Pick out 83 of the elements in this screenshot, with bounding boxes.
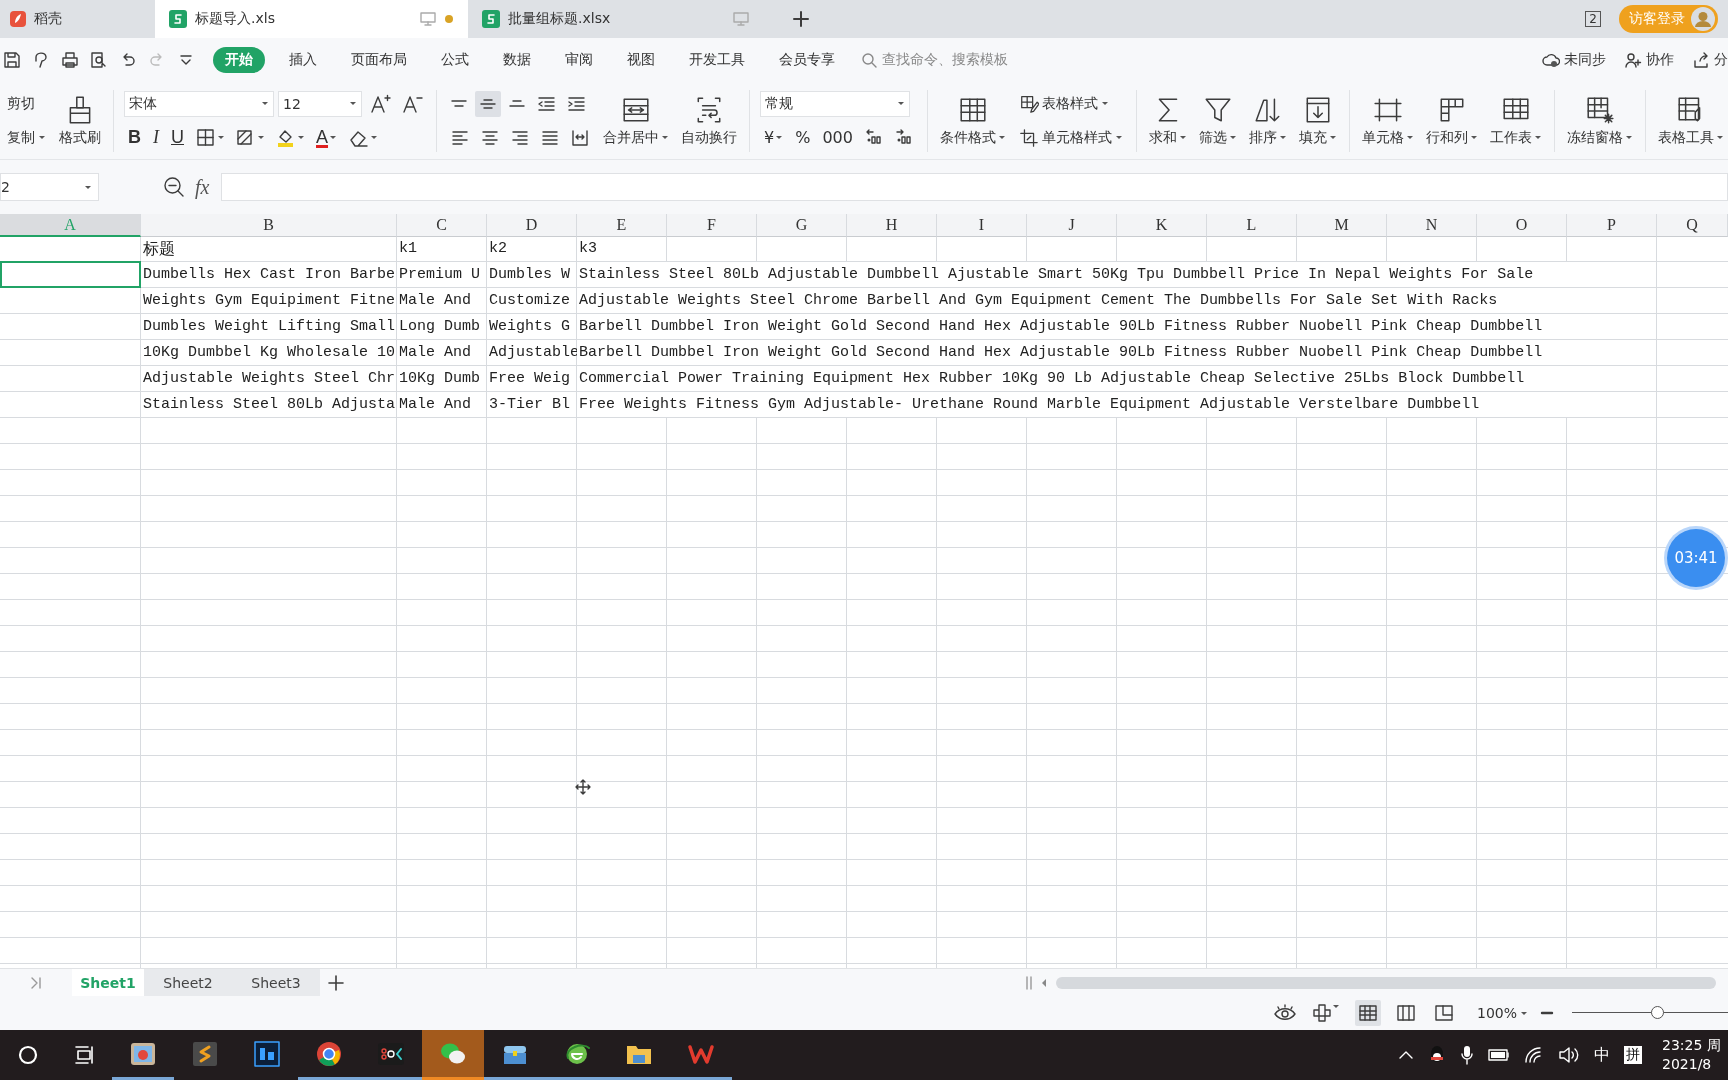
name-box[interactable]: 2 xyxy=(0,173,99,201)
table-cell-text: Adjustable xyxy=(488,343,577,363)
table-cell-text: Male And xyxy=(398,291,472,311)
table-cell-text: 3-Tier Bl xyxy=(488,395,571,415)
table-cell-text: Stainless Steel 80Lb Adjusta xyxy=(142,395,397,415)
table-cell-text: Premium U xyxy=(398,265,481,285)
tab-label: 稻壳 xyxy=(34,10,62,28)
input-method-indicator[interactable]: 中 xyxy=(1594,1044,1610,1066)
toolbar-link[interactable]: 分 xyxy=(1692,51,1728,69)
select-field[interactable]: 常规 xyxy=(760,90,910,117)
ribbon-button[interactable]: 单元格 xyxy=(1355,92,1420,149)
table-cell-text: Dumbles W xyxy=(488,265,571,285)
ribbon-button[interactable]: 行和列 xyxy=(1419,92,1484,149)
menu-tab[interactable]: 视图 xyxy=(617,47,665,73)
ribbon-button[interactable]: 填充 xyxy=(1292,92,1343,149)
table-cell-text: Male And xyxy=(398,395,472,415)
table-cell-text: Male And xyxy=(398,343,472,363)
select-field[interactable]: 12 xyxy=(278,90,362,117)
clock-date[interactable]: 2021/8 xyxy=(1662,1055,1712,1074)
ribbon-button[interactable]: 筛选 xyxy=(1192,92,1243,149)
ribbon-button[interactable]: 合并居中 xyxy=(597,92,675,149)
ribbon-button[interactable]: 剪切 xyxy=(4,92,38,115)
ribbon-button[interactable]: 格式刷 xyxy=(53,92,107,149)
table-cell: Barbell Dumbbel Iron Weight Gold Second Hand Hex Adjustable 90Lb Fitness Rubber Nuobell Pink Cheap Dumbbell xyxy=(577,314,1567,339)
table-cell-text: k3 xyxy=(578,239,598,259)
toolbar-link[interactable]: 协作 xyxy=(1624,51,1674,69)
table-cell-text: Customize xyxy=(488,291,571,311)
table-cell-text: k1 xyxy=(398,239,418,259)
ribbon-button[interactable]: 求和 xyxy=(1142,92,1193,149)
font-color-button[interactable]: A xyxy=(312,124,341,151)
function-label[interactable]: fx xyxy=(195,175,210,199)
table-cell: Commercial Power Training Equipment Hex Rubber 10Kg 90 Lb Adjustable Cheap Selective 25Lbs Block Dumbbell xyxy=(577,366,1567,391)
format-button[interactable]: ¥ xyxy=(760,124,788,151)
table-cell-text: Weights G xyxy=(488,317,571,337)
table-cell: Barbell Dumbbel Iron Weight Gold Second Hand Hex Adjustable 90Lb Fitness Rubber Nuobell Pink Cheap Dumbbell xyxy=(577,340,1567,365)
table-cell-text: 10Kg Dumb xyxy=(398,369,481,389)
search-field[interactable]: 查找命令、搜索模板 xyxy=(861,51,1008,69)
ribbon-button[interactable]: 冻结窗格 xyxy=(1560,92,1639,149)
window-count[interactable]: 2 xyxy=(1585,11,1601,27)
table-cell-text: 标题 xyxy=(142,238,176,260)
table-cell: Adjustable Weights Steel Chrome Barbell And Gym Equipment Cement The Dumbbells For Sale Set With Racks xyxy=(577,288,1567,313)
format-button[interactable]: % xyxy=(791,124,815,151)
table-cell-text: Dumbells Hex Cast Iron Barbe xyxy=(142,265,397,285)
table-cell-text: k2 xyxy=(488,239,508,259)
menu-tab[interactable]: 审阅 xyxy=(555,47,603,73)
ribbon-button[interactable]: 单元格样式 xyxy=(1015,125,1126,150)
table-cell-text: Free Weig xyxy=(488,369,571,389)
table-cell-text: 10Kg Dumbbel Kg Wholesale 10 xyxy=(142,343,397,363)
document-tab[interactable]: 批量组标题.xlsx xyxy=(468,0,781,38)
ribbon-button[interactable]: 排序 xyxy=(1242,92,1293,149)
italic-button[interactable]: I xyxy=(149,124,163,151)
document-tab[interactable]: 标题导入.xls xyxy=(155,0,468,38)
format-button[interactable]: 000 xyxy=(818,124,857,151)
bold-button[interactable]: B xyxy=(124,124,145,151)
ribbon-button[interactable]: 复制 xyxy=(4,126,49,149)
table-cell-text: Dumbles Weight Lifting Small xyxy=(142,317,397,337)
menu-tab[interactable]: 页面布局 xyxy=(341,47,417,73)
select-field[interactable]: 宋体 xyxy=(124,90,274,117)
menu-tab[interactable]: 插入 xyxy=(279,47,327,73)
ribbon-button[interactable]: 条件格式 xyxy=(933,92,1012,149)
document-tab[interactable]: 稻壳 xyxy=(0,0,155,38)
input-method-indicator[interactable]: 拼 xyxy=(1624,1046,1642,1064)
ribbon-button[interactable]: 表格样式 xyxy=(1015,91,1112,116)
menu-tab[interactable]: 数据 xyxy=(493,47,541,73)
table-cell-text: Long Dumb xyxy=(398,317,481,337)
menu-tab[interactable]: 公式 xyxy=(431,47,479,73)
menu-tab[interactable]: 会员专享 xyxy=(769,47,845,73)
table-cell-text: Weights Gym Equipiment Fitne xyxy=(142,291,397,311)
tab-label: 标题导入.xls xyxy=(195,10,275,28)
table-cell: Free Weights Fitness Gym Adjustable- Urethane Round Marble Equipment Adjustable Verstelbare Dumbbell xyxy=(577,392,1567,417)
menu-tab[interactable]: 开发工具 xyxy=(679,47,755,73)
clock-time[interactable]: 23:25 周 xyxy=(1662,1036,1721,1055)
underline-button[interactable]: U xyxy=(167,124,188,151)
table-cell-text: Adjustable Weights Steel Chr xyxy=(142,369,397,389)
ribbon-button[interactable]: 表格工具 xyxy=(1651,92,1728,149)
zoom-level[interactable]: 100% xyxy=(1476,1005,1528,1021)
ribbon-button[interactable]: 工作表 xyxy=(1483,92,1548,149)
table-cell: Stainless Steel 80Lb Adjustable Dumbbell Ajustable Smart 50Kg Tpu Dumbbell Price In Nepal Weights For Sale xyxy=(577,262,1567,287)
sheet-tab[interactable]: Sheet2 xyxy=(144,969,232,996)
ribbon-button[interactable]: 自动换行 xyxy=(675,92,743,149)
tab-label: 批量组标题.xlsx xyxy=(508,10,611,28)
toolbar-link[interactable]: 未同步 xyxy=(1542,51,1606,69)
sheet-tab[interactable]: Sheet3 xyxy=(232,969,320,996)
